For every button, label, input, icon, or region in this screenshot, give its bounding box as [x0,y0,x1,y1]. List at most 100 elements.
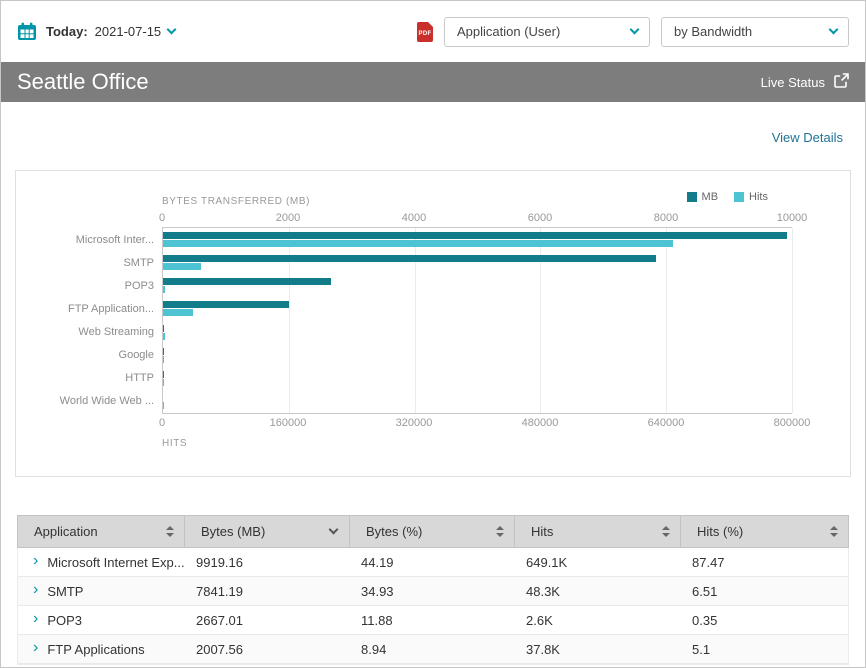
top-axis-ticks: 0200040006000800010000 [162,211,792,227]
hits-bar[interactable] [163,356,164,363]
column-header-hits[interactable]: Hits [514,516,680,547]
legend-swatch-icon [734,192,744,202]
report-type-dropdown[interactable]: Application (User) [444,17,650,47]
category-label: FTP Application... [68,303,154,315]
chart-category-row: Microsoft Inter... [163,228,792,251]
bottom-axis-tick-label: 160000 [270,417,307,429]
chart-legend: MB Hits [687,191,768,203]
chart-category-row: HTTP [163,367,792,390]
column-header-bytes-mb[interactable]: Bytes (MB) [184,516,349,547]
expand-chevron-icon[interactable]: › [33,553,38,569]
date-selector[interactable]: Today: 2021-07-15 [46,24,175,39]
column-header-label: Bytes (%) [366,524,422,539]
category-label: HTTP [125,372,154,384]
chart-category-row: FTP Application... [163,297,792,320]
bottom-axis-tick-label: 320000 [396,417,433,429]
hits-bar[interactable] [163,309,193,316]
hits-pct-cell: 5.1 [680,635,848,663]
column-header-label: Application [34,524,98,539]
application-cell: › POP3 [18,606,184,634]
bytes-mb-cell: 2007.56 [184,635,349,663]
application-cell: › Microsoft Internet Exp... [18,548,184,576]
table-row[interactable]: ›SMTP7841.1934.9348.3K6.51 [18,577,848,606]
chevron-down-icon [167,25,177,35]
table-header-row: Application Bytes (MB) Bytes (%) Hits Hits (… [17,515,849,548]
expand-chevron-icon[interactable]: › [33,611,38,627]
sort-icon [830,526,838,537]
application-name: Microsoft Internet Exp... [47,555,184,570]
top-axis-tick-label: 8000 [654,212,678,224]
pdf-export-icon[interactable]: PDF [417,22,433,42]
hits-cell: 2.6K [514,606,680,634]
hits-bar[interactable] [163,263,201,270]
hits-pct-cell: 87.47 [680,548,848,576]
chart-category-row: POP3 [163,274,792,297]
bytes-pct-cell: 44.19 [349,548,514,576]
application-cell: › FTP Applications [18,635,184,663]
bytes-mb-cell: 2667.01 [184,606,349,634]
page-title: Seattle Office [17,69,149,95]
pdf-fold-corner [428,22,433,27]
top-axis-title: BYTES TRANSFERRED (MB) [162,196,310,207]
date-value: 2021-07-15 [95,24,162,39]
bottom-axis-ticks: 0160000320000480000640000800000 [162,414,792,430]
sort-up-arrow [662,526,670,530]
bottom-axis-tick-label: 640000 [648,417,685,429]
chart-category-row: Google [163,344,792,367]
bottom-axis-title: HITS [162,438,792,449]
sort-by-dropdown[interactable]: by Bandwidth [661,17,849,47]
bottom-axis-tick-label: 800000 [774,417,811,429]
mb-bar[interactable] [163,278,331,285]
sort-descending-icon [327,526,339,538]
hits-bar[interactable] [163,333,165,340]
hits-bar[interactable] [163,286,165,293]
sort-up-arrow [166,526,174,530]
calendar-icon[interactable] [17,22,37,41]
sort-up-arrow [496,526,504,530]
legend-item-mb: MB [687,191,719,203]
column-header-hits[interactable]: Hits (%) [680,516,848,547]
sort-icon [496,526,504,537]
bottom-axis-tick-label: 0 [159,417,165,429]
chart-header: BYTES TRANSFERRED (MB) MB Hits [162,191,850,205]
expand-chevron-icon[interactable]: › [33,582,38,598]
bytes-pct-cell: 8.94 [349,635,514,663]
hits-pct-cell: 0.35 [680,606,848,634]
mb-bar[interactable] [163,255,656,262]
application-name: POP3 [47,613,82,628]
sort-down-arrow [830,533,838,537]
report-page: Today: 2021-07-15 PDF Application (User)… [0,0,866,668]
gridline [792,228,793,413]
mb-bar[interactable] [163,232,787,239]
hits-cell: 649.1K [514,548,680,576]
column-header-application[interactable]: Application [18,516,184,547]
hits-bar[interactable] [163,240,673,247]
live-status-link[interactable]: Live Status [761,73,849,91]
chevron-down-icon [829,25,839,35]
application-name: FTP Applications [47,642,144,657]
chart-category-row: SMTP [163,251,792,274]
mb-bar[interactable] [163,301,289,308]
top-axis-tick-label: 4000 [402,212,426,224]
table-row[interactable]: ›POP32667.0111.882.6K0.35 [18,606,848,635]
table-row[interactable]: ›FTP Applications2007.568.9437.8K5.1 [18,635,848,664]
sort-down-arrow [662,533,670,537]
external-link-icon [834,73,849,91]
expand-chevron-icon[interactable]: › [33,640,38,656]
view-details-link[interactable]: View Details [772,130,843,145]
column-header-label: Hits [531,524,553,539]
sort-down-arrow [166,533,174,537]
chevron-down-icon [630,25,640,35]
legend-label: Hits [749,191,768,203]
live-status-label: Live Status [761,75,825,90]
legend-swatch-icon [687,192,697,202]
application-name: SMTP [47,584,83,599]
table-row[interactable]: ›Microsoft Internet Exp...9919.1644.1964… [18,548,848,577]
top-axis-tick-label: 0 [159,212,165,224]
column-header-bytes[interactable]: Bytes (%) [349,516,514,547]
report-content: View Details BYTES TRANSFERRED (MB) MB Hi… [1,102,865,667]
bytes-pct-cell: 34.93 [349,577,514,605]
column-header-label: Hits (%) [697,524,743,539]
bottom-axis-tick-label: 480000 [522,417,559,429]
hits-pct-cell: 6.51 [680,577,848,605]
